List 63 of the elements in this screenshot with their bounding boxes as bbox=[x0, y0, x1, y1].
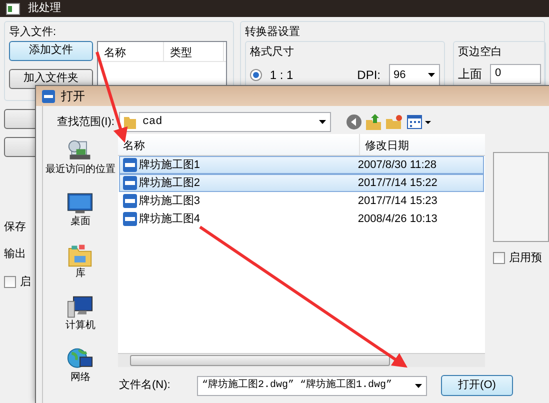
computer-icon bbox=[66, 294, 94, 320]
caret-icon bbox=[415, 384, 422, 388]
column-header[interactable]: 名称 bbox=[118, 134, 360, 155]
file-row[interactable]: 牌坊施工图2 2017/7/14 15:22 bbox=[118, 174, 484, 192]
horizontal-scrollbar[interactable] bbox=[118, 353, 486, 367]
cad-file-icon bbox=[122, 176, 137, 190]
cad-file-icon bbox=[122, 194, 137, 208]
window-title: 批处理 bbox=[28, 1, 61, 16]
cad-file-icon bbox=[122, 158, 137, 172]
file-name: 牌坊施工图4 bbox=[138, 212, 200, 227]
dpi-dropdown[interactable]: 96 bbox=[388, 64, 440, 86]
dialog-title: 打开 bbox=[61, 88, 85, 105]
view-menu-icon[interactable] bbox=[407, 114, 432, 130]
margin-top-field[interactable]: 0 bbox=[490, 64, 541, 84]
add-folder-button[interactable]: 加入文件夹 bbox=[9, 68, 93, 88]
file-row[interactable]: 牌坊施工图1 2007/8/30 11:28 bbox=[118, 156, 484, 174]
file-date: 2017/7/14 15:22 bbox=[358, 176, 438, 191]
folder-icon bbox=[66, 242, 94, 268]
open-button[interactable]: 打开(O) bbox=[441, 375, 513, 396]
radio-button[interactable] bbox=[250, 69, 262, 81]
column-header[interactable]: 名称 bbox=[98, 42, 164, 60]
file-row[interactable]: 牌坊施工图4 2008/4/26 10:13 bbox=[118, 210, 484, 228]
file-date: 2008/4/26 10:13 bbox=[358, 212, 438, 227]
file-date: 2017/7/14 15:23 bbox=[358, 194, 438, 209]
checkbox-label: 启 bbox=[20, 274, 31, 290]
group-title: 页边空白 bbox=[458, 44, 503, 60]
dpi-label: DPI: bbox=[357, 67, 380, 84]
field-label: 输出 bbox=[4, 246, 26, 262]
caret-icon bbox=[428, 73, 435, 77]
margin-top-label: 上面 bbox=[458, 66, 482, 83]
checkbox[interactable] bbox=[4, 276, 16, 288]
checkbox[interactable] bbox=[493, 252, 506, 264]
place-item[interactable]: 最近访问的位置 bbox=[45, 138, 116, 176]
look-in-dropdown[interactable]: cad bbox=[119, 112, 332, 132]
file-name: 牌坊施工图1 bbox=[138, 158, 200, 173]
up-folder-icon[interactable] bbox=[366, 114, 382, 130]
place-item[interactable]: 计算机 bbox=[65, 294, 96, 332]
cad-icon bbox=[42, 90, 55, 102]
file-name-field[interactable]: “牌坊施工图2.dwg” “牌坊施工图1.dwg” bbox=[197, 376, 427, 396]
cad-file-icon bbox=[122, 212, 137, 226]
place-item[interactable]: 桌面 bbox=[66, 190, 94, 228]
file-date: 2007/8/30 11:28 bbox=[358, 158, 437, 173]
file-name-label: 文件名(N): bbox=[119, 378, 172, 394]
folder-icon bbox=[124, 115, 136, 129]
group-title: 导入文件: bbox=[9, 24, 58, 40]
caret-icon bbox=[319, 120, 326, 124]
file-name: 牌坊施工图2 bbox=[138, 176, 200, 191]
file-name: 牌坊施工图3 bbox=[138, 194, 200, 209]
app-icon bbox=[6, 2, 20, 14]
column-header[interactable]: 类型 bbox=[164, 42, 224, 60]
group-title: 转换器设置 bbox=[245, 25, 301, 40]
add-file-button[interactable]: 添加文件 bbox=[9, 40, 93, 60]
file-row[interactable]: 牌坊施工图3 2017/7/14 15:23 bbox=[118, 192, 484, 210]
checkbox-label: 启用预 bbox=[509, 250, 542, 266]
group-title: 格式尺寸 bbox=[250, 44, 295, 60]
column-header[interactable]: 修改日期 bbox=[360, 134, 484, 155]
place-item[interactable]: 网络 bbox=[66, 346, 94, 384]
look-in-label: 查找范围(I): bbox=[57, 114, 114, 130]
back-icon[interactable] bbox=[346, 114, 362, 130]
new-folder-icon[interactable] bbox=[386, 114, 404, 130]
radio-label: 1 : 1 bbox=[270, 67, 294, 84]
place-item[interactable]: 库 bbox=[66, 242, 94, 280]
field-label: 保存 bbox=[4, 220, 26, 235]
